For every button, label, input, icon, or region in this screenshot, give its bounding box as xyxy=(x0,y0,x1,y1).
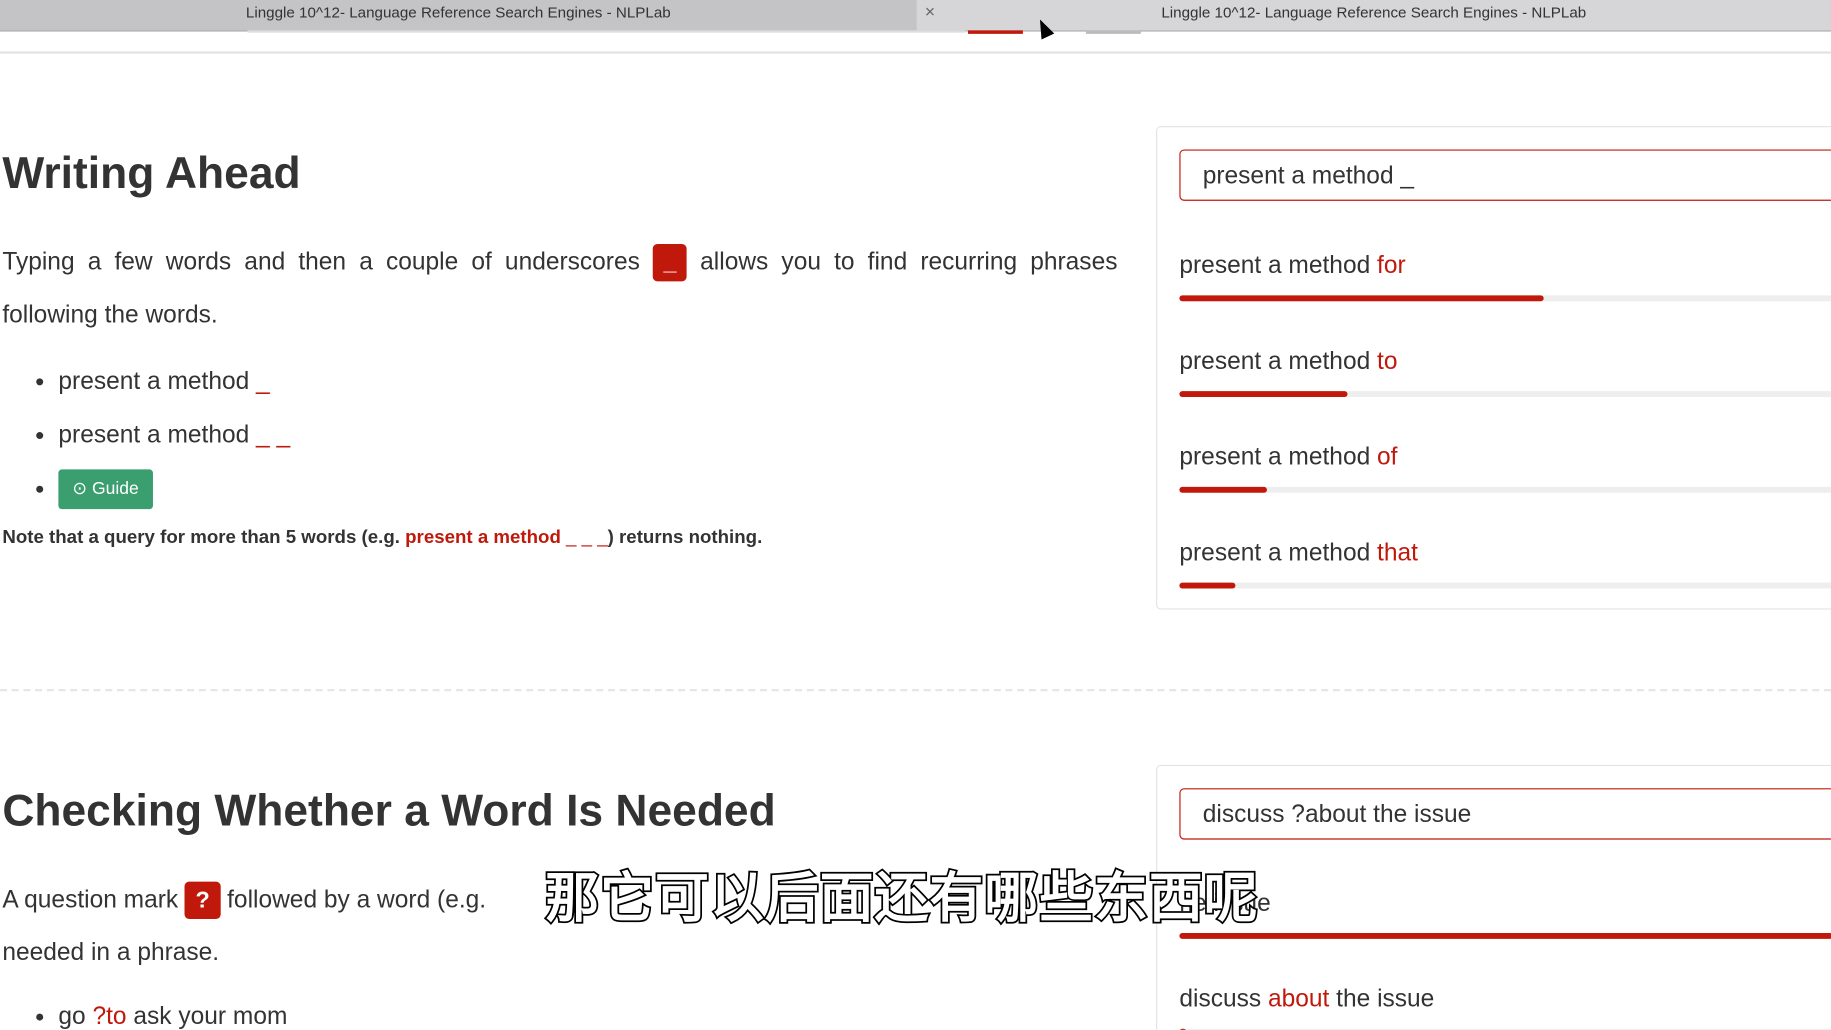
play-circle-icon: ⊙ xyxy=(72,479,88,500)
header-search-input[interactable] xyxy=(247,30,966,33)
question-mark-chip: ? xyxy=(185,882,221,920)
text: present a method xyxy=(405,527,561,548)
browser-tab-bar: Linggle 10^12- Language Reference Search… xyxy=(0,0,1831,32)
example-item[interactable]: go ?to ask your mom xyxy=(58,990,287,1030)
text: to xyxy=(1377,347,1398,375)
result-phrase[interactable]: present a method of xyxy=(1179,444,1397,472)
close-tab-icon[interactable]: × xyxy=(925,2,935,22)
example-list: go ?to ask your mom xyxy=(35,990,287,1030)
section-description: Typing a few words and then a couple of … xyxy=(2,236,1117,341)
text: that xyxy=(1377,539,1418,567)
frequency-bar-fill xyxy=(1179,486,1267,493)
result-phrase[interactable]: present a method for xyxy=(1179,252,1405,280)
demo-panel: present a method _ present a method for … xyxy=(1156,126,1831,610)
section-title: Writing Ahead xyxy=(2,149,301,199)
text: discuss xyxy=(1179,985,1262,1013)
label: Guide xyxy=(91,479,139,500)
text: _ xyxy=(256,367,270,395)
example-list: present a method _ present a method _ _ … xyxy=(35,355,290,516)
text: present a method xyxy=(1179,539,1371,567)
frequency-bar xyxy=(1179,932,1831,939)
underscore-chip: _ xyxy=(653,244,688,282)
note: Note that a query for more than 5 words … xyxy=(2,528,762,549)
guide-button[interactable]: ⊙ Guide xyxy=(58,469,153,510)
frequency-bar xyxy=(1179,582,1831,589)
text: _ _ _ xyxy=(566,527,608,548)
text: _ _ xyxy=(256,421,291,449)
result-phrase[interactable]: discuss about the issue xyxy=(1179,986,1434,1014)
text: followed by a word (e.g. xyxy=(227,886,487,914)
text: ?to xyxy=(92,1003,127,1030)
example-item[interactable]: present a method _ xyxy=(58,355,290,409)
header-search-button[interactable] xyxy=(968,30,1023,34)
text: needed in a phrase. xyxy=(2,938,220,966)
text: ) returns nothing. xyxy=(607,527,763,548)
text: A question mark xyxy=(2,886,179,914)
frequency-bar-fill xyxy=(1179,295,1544,302)
header-button[interactable] xyxy=(1085,30,1141,34)
frequency-bar xyxy=(1179,391,1831,398)
text: present a method xyxy=(58,421,250,449)
query-input[interactable]: discuss ?about the issue xyxy=(1179,788,1831,840)
frequency-bar xyxy=(1179,295,1831,302)
frequency-bar-fill xyxy=(1179,391,1348,398)
search-header xyxy=(0,30,1831,54)
text: present a method xyxy=(58,367,250,395)
frequency-bar-fill xyxy=(1179,932,1831,939)
text: about xyxy=(1267,985,1330,1013)
text: the issue xyxy=(1336,985,1435,1013)
text: of xyxy=(1377,443,1398,471)
browser-tab-active[interactable]: Linggle 10^12- Language Reference Search… xyxy=(916,0,1831,31)
text: go xyxy=(58,1003,86,1030)
section-title: Checking Whether a Word Is Needed xyxy=(2,787,776,837)
text: Typing a few words and then a couple of … xyxy=(2,248,640,276)
tab-title: Linggle 10^12- Language Reference Search… xyxy=(1161,3,1587,22)
guide-item: ⊙ Guide xyxy=(58,462,290,516)
text: present a method xyxy=(1179,252,1371,280)
text: present a method xyxy=(1179,347,1371,375)
text: for xyxy=(1377,252,1406,280)
tab-title: Linggle 10^12- Language Reference Search… xyxy=(245,3,671,22)
frequency-bar-fill xyxy=(1179,582,1236,589)
video-subtitle: 那它可以后面还有哪些东西呢 xyxy=(544,865,1260,932)
text: present a method xyxy=(1179,443,1371,471)
query-input[interactable]: present a method _ xyxy=(1179,149,1831,201)
example-item[interactable]: present a method _ _ xyxy=(58,409,290,463)
browser-tab[interactable]: Linggle 10^12- Language Reference Search… xyxy=(0,0,917,31)
text: ask your mom xyxy=(133,1003,288,1030)
result-phrase[interactable]: present a method to xyxy=(1179,348,1397,376)
text: Note that a query for more than 5 words … xyxy=(2,527,400,548)
result-phrase[interactable]: present a method that xyxy=(1179,539,1418,567)
frequency-bar xyxy=(1179,486,1831,493)
section-divider xyxy=(0,688,1831,692)
